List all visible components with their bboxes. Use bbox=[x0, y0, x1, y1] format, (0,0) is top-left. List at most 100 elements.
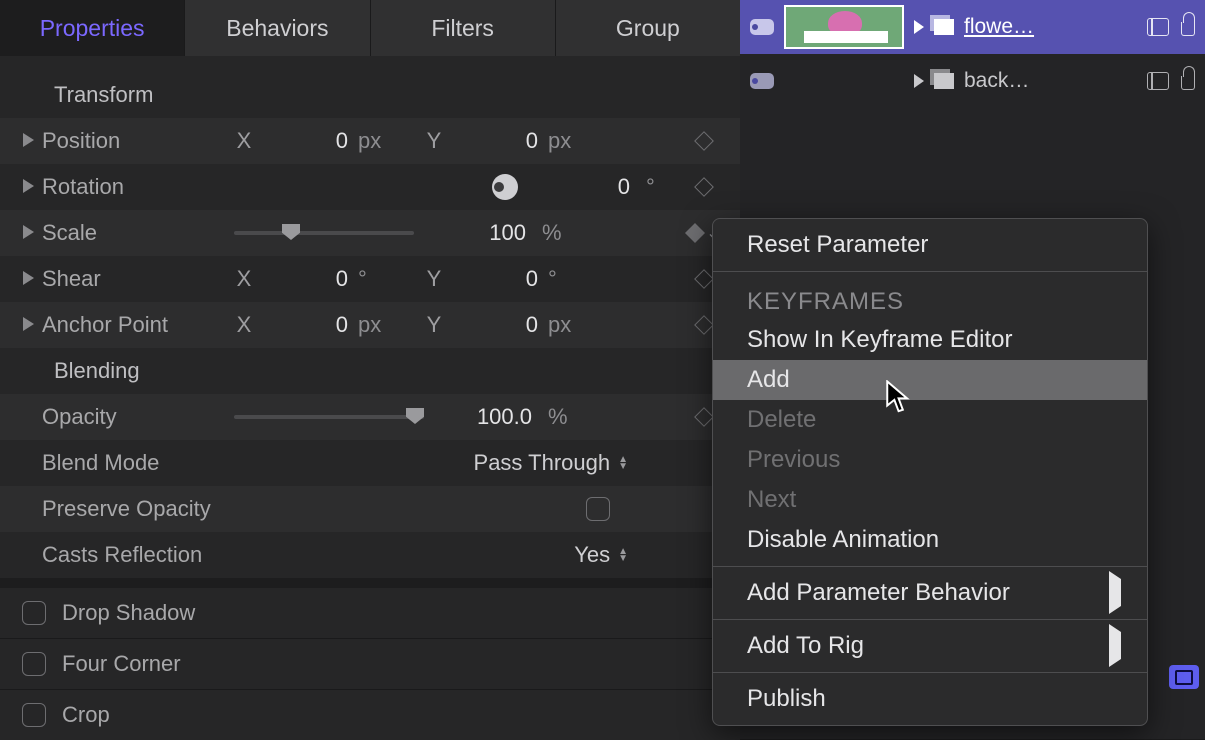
section-crop[interactable]: Crop bbox=[0, 690, 740, 740]
stack-badge-icon[interactable] bbox=[1169, 665, 1199, 689]
menu-add-parameter-behavior[interactable]: Add Parameter Behavior bbox=[713, 573, 1147, 613]
param-preserve-opacity: Preserve Opacity bbox=[0, 486, 740, 532]
section-label: Crop bbox=[62, 702, 110, 728]
keyframe-icon[interactable] bbox=[694, 407, 714, 427]
visibility-toggle[interactable] bbox=[750, 19, 774, 35]
opacity-value[interactable]: 100.0 bbox=[454, 404, 532, 430]
unit: % bbox=[542, 404, 570, 430]
position-x-value[interactable]: 0 bbox=[258, 128, 348, 154]
param-position: Position X 0 px Y 0 px bbox=[0, 118, 740, 164]
stepper-icon: ▲▼ bbox=[618, 548, 628, 562]
section-drop-shadow[interactable]: Drop Shadow bbox=[0, 588, 740, 638]
menu-add-to-rig[interactable]: Add To Rig bbox=[713, 626, 1147, 666]
layer-thumbnail bbox=[784, 5, 904, 49]
preserve-opacity-checkbox[interactable] bbox=[586, 497, 610, 521]
visibility-toggle[interactable] bbox=[750, 73, 774, 89]
crop-checkbox[interactable] bbox=[22, 703, 46, 727]
keyframe-icon[interactable] bbox=[694, 315, 714, 335]
anchor-x-value[interactable]: 0 bbox=[258, 312, 348, 338]
submenu-arrow-icon bbox=[1109, 624, 1121, 667]
layer-row-background[interactable]: back… bbox=[740, 54, 1205, 108]
menu-add-keyframe[interactable]: Add bbox=[713, 360, 1147, 400]
param-blend-mode: Blend Mode Pass Through ▲▼ bbox=[0, 440, 740, 486]
four-corner-checkbox[interactable] bbox=[22, 652, 46, 676]
param-label: Shear bbox=[34, 266, 234, 292]
param-opacity: Opacity 100.0 % bbox=[0, 394, 740, 440]
section-blending: Blending bbox=[0, 348, 740, 394]
param-label: Position bbox=[34, 128, 234, 154]
disclosure-icon[interactable] bbox=[914, 74, 924, 88]
disclosure-icon[interactable] bbox=[0, 225, 34, 242]
disclosure-icon[interactable] bbox=[914, 20, 924, 34]
menu-label: Add Parameter Behavior bbox=[747, 579, 1010, 607]
menu-reset-parameter[interactable]: Reset Parameter bbox=[713, 225, 1147, 265]
param-rotation: Rotation 0 ° bbox=[0, 164, 740, 210]
param-label: Scale bbox=[34, 220, 234, 246]
param-label: Blend Mode bbox=[34, 450, 234, 476]
menu-show-in-keyframe-editor[interactable]: Show In Keyframe Editor bbox=[713, 320, 1147, 360]
x-label: X bbox=[234, 128, 254, 154]
menu-previous-keyframe: Previous bbox=[713, 440, 1147, 480]
disclosure-icon[interactable] bbox=[0, 179, 34, 196]
unit: ° bbox=[640, 174, 668, 200]
section-label: Four Corner bbox=[62, 651, 181, 677]
slider-thumb-icon[interactable] bbox=[406, 408, 424, 424]
drop-shadow-checkbox[interactable] bbox=[22, 601, 46, 625]
position-y-value[interactable]: 0 bbox=[448, 128, 538, 154]
opacity-slider[interactable] bbox=[234, 415, 424, 419]
layer-name[interactable]: back… bbox=[964, 69, 1029, 93]
group-icon bbox=[934, 73, 954, 89]
param-label: Casts Reflection bbox=[34, 542, 294, 568]
keyframe-icon[interactable] bbox=[685, 223, 705, 243]
param-anchor-point: Anchor Point X 0 px Y 0 px bbox=[0, 302, 740, 348]
layer-row-flower[interactable]: flowe… bbox=[740, 0, 1205, 54]
unit: % bbox=[536, 220, 564, 246]
param-shear: Shear X 0 ° Y 0 ° bbox=[0, 256, 740, 302]
lock-icon[interactable] bbox=[1181, 76, 1195, 90]
menu-next-keyframe: Next bbox=[713, 480, 1147, 520]
panel-icon[interactable] bbox=[1147, 72, 1169, 90]
param-casts-reflection: Casts Reflection Yes ▲▼ bbox=[0, 532, 740, 578]
inspector-body: Transform Position X 0 px Y 0 px bbox=[0, 56, 740, 740]
shear-y-value[interactable]: 0 bbox=[448, 266, 538, 292]
shear-x-value[interactable]: 0 bbox=[258, 266, 348, 292]
menu-publish[interactable]: Publish bbox=[713, 679, 1147, 719]
rotation-dial[interactable] bbox=[492, 174, 518, 200]
lock-icon[interactable] bbox=[1181, 22, 1195, 36]
animation-context-menu: Reset Parameter KEYFRAMES Show In Keyfra… bbox=[712, 218, 1148, 726]
unit: px bbox=[352, 128, 380, 154]
scale-value[interactable]: 100 bbox=[454, 220, 526, 246]
rotation-value[interactable]: 0 bbox=[570, 174, 630, 200]
tab-properties[interactable]: Properties bbox=[0, 0, 185, 56]
y-label: Y bbox=[424, 266, 444, 292]
tab-behaviors[interactable]: Behaviors bbox=[185, 0, 370, 56]
param-scale: Scale 100 % ⌄ bbox=[0, 210, 740, 256]
menu-delete-keyframe: Delete bbox=[713, 400, 1147, 440]
slider-thumb-icon[interactable] bbox=[282, 224, 300, 240]
param-label: Preserve Opacity bbox=[34, 496, 294, 522]
x-label: X bbox=[234, 266, 254, 292]
unit: px bbox=[542, 128, 570, 154]
keyframe-icon[interactable] bbox=[694, 177, 714, 197]
section-transform: Transform bbox=[0, 72, 740, 118]
tab-group[interactable]: Group bbox=[556, 0, 740, 56]
layer-name[interactable]: flowe… bbox=[964, 15, 1034, 39]
y-label: Y bbox=[424, 312, 444, 338]
menu-category-keyframes: KEYFRAMES bbox=[713, 278, 1147, 320]
menu-disable-animation[interactable]: Disable Animation bbox=[713, 520, 1147, 560]
panel-icon[interactable] bbox=[1147, 18, 1169, 36]
scale-slider[interactable] bbox=[234, 231, 414, 235]
anchor-y-value[interactable]: 0 bbox=[448, 312, 538, 338]
casts-reflection-select[interactable]: Yes ▲▼ bbox=[574, 542, 628, 568]
stepper-icon: ▲▼ bbox=[618, 456, 628, 470]
keyframe-icon[interactable] bbox=[694, 131, 714, 151]
section-four-corner[interactable]: Four Corner bbox=[0, 639, 740, 689]
disclosure-icon[interactable] bbox=[0, 317, 34, 334]
disclosure-icon[interactable] bbox=[0, 271, 34, 288]
disclosure-icon[interactable] bbox=[0, 133, 34, 150]
unit: ° bbox=[352, 266, 380, 292]
blend-mode-select[interactable]: Pass Through ▲▼ bbox=[474, 450, 628, 476]
unit: px bbox=[352, 312, 380, 338]
keyframe-icon[interactable] bbox=[694, 269, 714, 289]
tab-filters[interactable]: Filters bbox=[371, 0, 556, 56]
